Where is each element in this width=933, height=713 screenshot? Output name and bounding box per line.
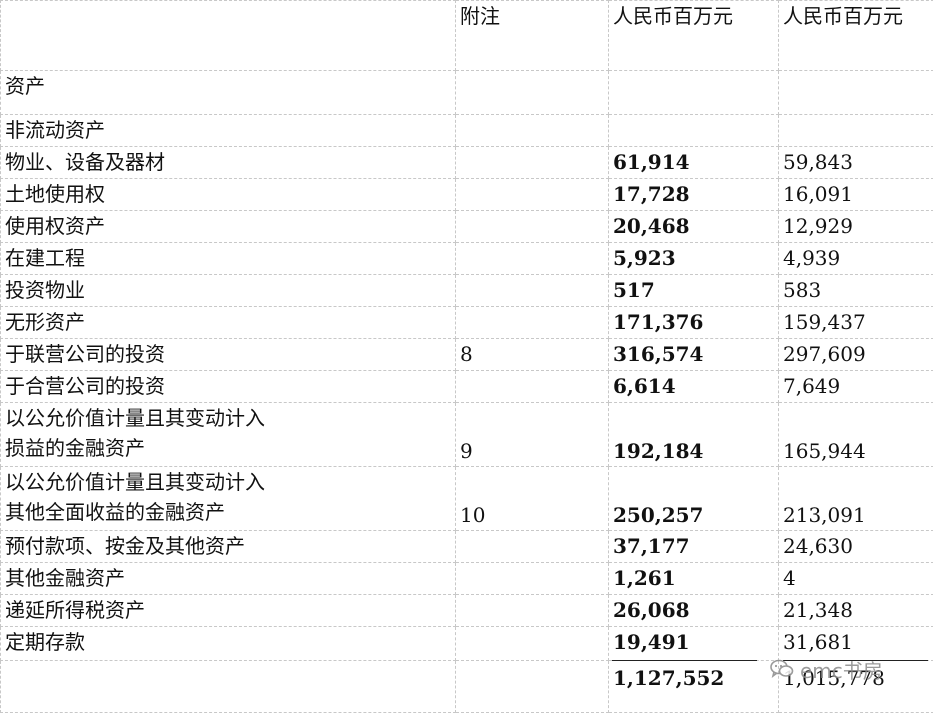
section-row-assets: 资产	[1, 71, 933, 115]
row-current: 250,257	[609, 467, 779, 531]
row-current: 37,177	[609, 531, 779, 563]
table-row: 使用权资产 20,468 12,929	[1, 211, 933, 243]
row-previous: 7,649	[779, 371, 933, 403]
row-label-line2: 其他全面收益的金融资产	[5, 497, 455, 527]
balance-sheet-table: 附注 人民币百万元 人民币百万元 资产 非流动资产 物业、设备及器材 61,91…	[0, 0, 933, 713]
row-previous: 12,929	[779, 211, 933, 243]
row-note	[456, 147, 609, 179]
row-note	[456, 595, 609, 627]
table-row: 无形资产 171,376 159,437	[1, 307, 933, 339]
row-label-line1: 以公允价值计量且其变动计入	[5, 467, 455, 497]
section-assets: 资产	[1, 71, 456, 115]
row-current: 6,614	[609, 371, 779, 403]
table-row: 于合营公司的投资 6,614 7,649	[1, 371, 933, 403]
row-previous: 583	[779, 275, 933, 307]
row-label: 递延所得税资产	[1, 595, 456, 627]
row-current: 19,491	[609, 627, 779, 661]
header-current: 人民币百万元	[609, 1, 779, 71]
table-row: 投资物业 517 583	[1, 275, 933, 307]
row-previous: 59,843	[779, 147, 933, 179]
header-label-cell	[1, 1, 456, 71]
header-note: 附注	[456, 1, 609, 71]
row-note	[456, 275, 609, 307]
row-label: 其他金融资产	[1, 563, 456, 595]
row-previous: 159,437	[779, 307, 933, 339]
row-current: 26,068	[609, 595, 779, 627]
row-label: 于联营公司的投资	[1, 339, 456, 371]
row-current: 192,184	[609, 403, 779, 467]
watermark: emc书房	[770, 654, 883, 684]
table-row: 土地使用权 17,728 16,091	[1, 179, 933, 211]
row-label: 使用权资产	[1, 211, 456, 243]
row-previous: 165,944	[779, 403, 933, 467]
row-note: 8	[456, 339, 609, 371]
row-previous: 16,091	[779, 179, 933, 211]
total-rule-current	[612, 660, 757, 661]
row-previous: 24,630	[779, 531, 933, 563]
row-label: 投资物业	[1, 275, 456, 307]
row-previous: 4	[779, 563, 933, 595]
table-row: 其他金融资产 1,261 4	[1, 563, 933, 595]
row-note: 10	[456, 467, 609, 531]
row-label-line1: 以公允价值计量且其变动计入	[5, 403, 455, 433]
row-current: 17,728	[609, 179, 779, 211]
watermark-text: emc书房	[800, 655, 883, 684]
row-current: 1,261	[609, 563, 779, 595]
table-row: 物业、设备及器材 61,914 59,843	[1, 147, 933, 179]
row-note	[456, 563, 609, 595]
section-row-non-current: 非流动资产	[1, 115, 933, 147]
header-previous: 人民币百万元	[779, 1, 933, 71]
row-note	[456, 371, 609, 403]
row-previous: 297,609	[779, 339, 933, 371]
row-current: 517	[609, 275, 779, 307]
total-label-cell	[1, 661, 456, 713]
table-row: 递延所得税资产 26,068 21,348	[1, 595, 933, 627]
section-non-current: 非流动资产	[1, 115, 456, 147]
row-label: 以公允价值计量且其变动计入 损益的金融资产	[1, 403, 456, 467]
row-label: 无形资产	[1, 307, 456, 339]
row-label: 以公允价值计量且其变动计入 其他全面收益的金融资产	[1, 467, 456, 531]
row-current: 20,468	[609, 211, 779, 243]
row-current: 171,376	[609, 307, 779, 339]
row-previous: 21,348	[779, 595, 933, 627]
table-row: 预付款项、按金及其他资产 37,177 24,630	[1, 531, 933, 563]
row-current: 316,574	[609, 339, 779, 371]
row-note	[456, 307, 609, 339]
row-previous: 4,939	[779, 243, 933, 275]
table-row: 以公允价值计量且其变动计入 损益的金融资产 9 192,184 165,944	[1, 403, 933, 467]
row-previous: 213,091	[779, 467, 933, 531]
header-row: 附注 人民币百万元 人民币百万元	[1, 1, 933, 71]
table-row: 在建工程 5,923 4,939	[1, 243, 933, 275]
table-row: 于联营公司的投资 8 316,574 297,609	[1, 339, 933, 371]
row-note	[456, 627, 609, 661]
row-note	[456, 531, 609, 563]
wechat-icon	[770, 659, 794, 679]
row-label: 于合营公司的投资	[1, 371, 456, 403]
row-current: 61,914	[609, 147, 779, 179]
total-current: 1,127,552	[609, 661, 779, 713]
table-row: 以公允价值计量且其变动计入 其他全面收益的金融资产 10 250,257 213…	[1, 467, 933, 531]
row-note	[456, 211, 609, 243]
row-note: 9	[456, 403, 609, 467]
row-label: 预付款项、按金及其他资产	[1, 531, 456, 563]
row-current: 5,923	[609, 243, 779, 275]
row-note	[456, 243, 609, 275]
row-label-line2: 损益的金融资产	[5, 433, 455, 463]
row-label: 物业、设备及器材	[1, 147, 456, 179]
row-label: 在建工程	[1, 243, 456, 275]
row-label: 定期存款	[1, 627, 456, 661]
row-note	[456, 179, 609, 211]
row-label: 土地使用权	[1, 179, 456, 211]
